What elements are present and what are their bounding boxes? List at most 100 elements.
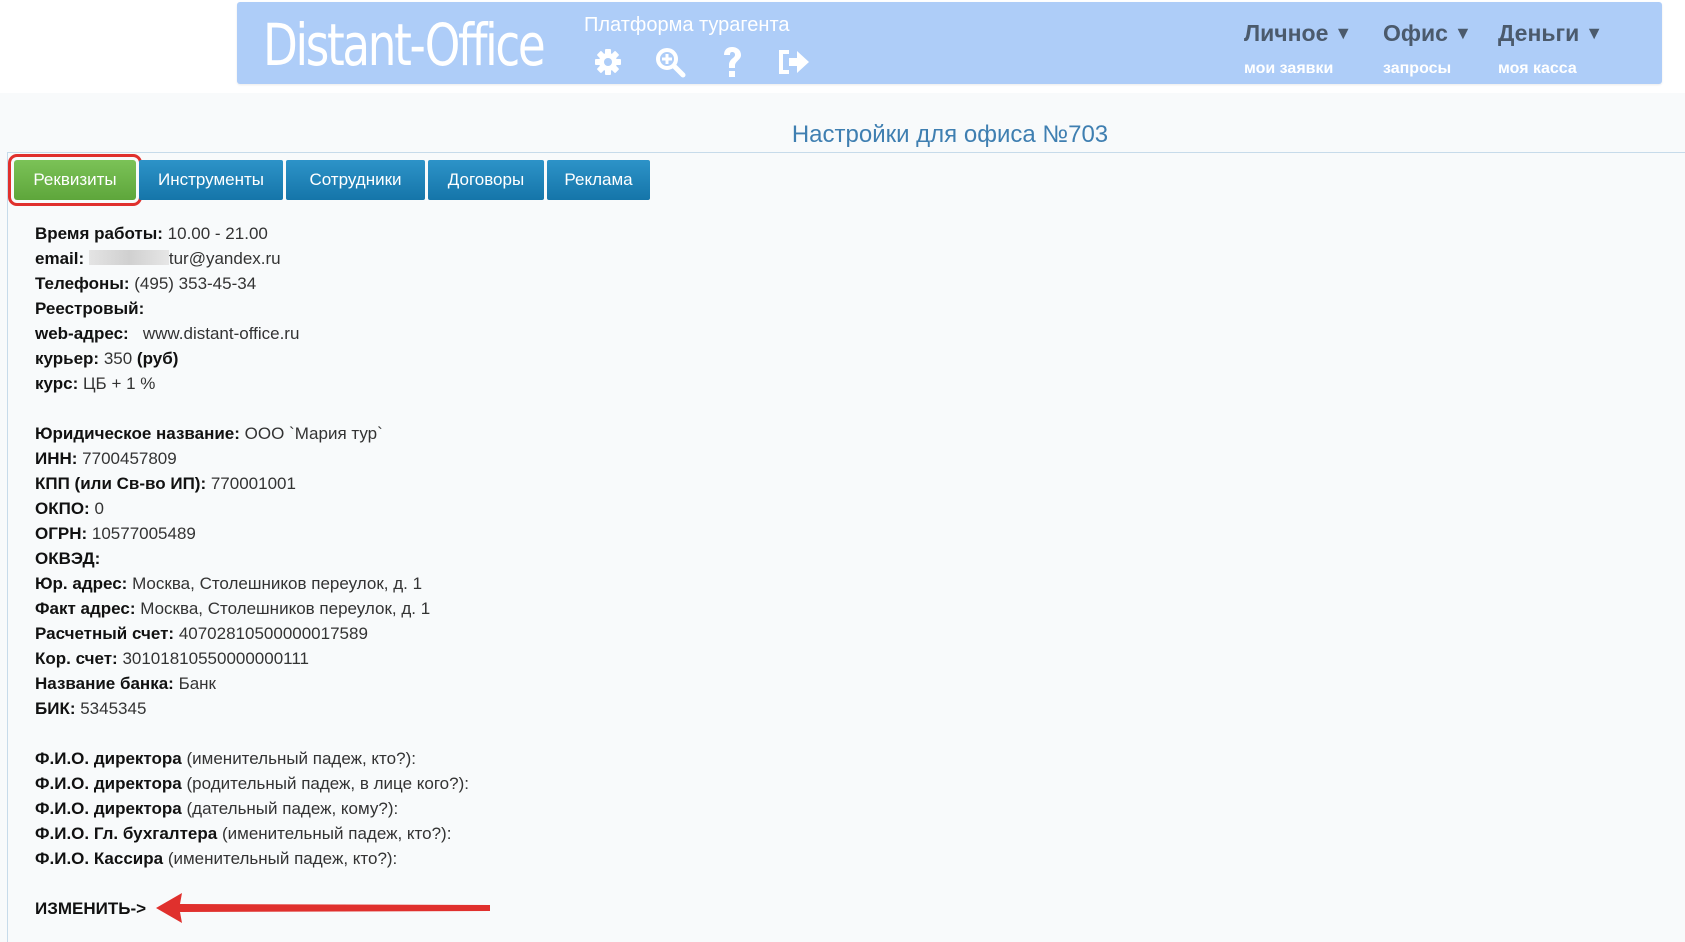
work-hours-row: Время работы: 10.00 - 21.00 [35, 221, 469, 246]
person-label: Ф.И.О. Гл. бухгалтера [35, 824, 218, 843]
panel-border [7, 152, 1685, 153]
actual-address-value: Москва, Столешников переулок, д. 1 [140, 599, 431, 618]
platform-label: Платформа турагента [584, 14, 790, 36]
kpp-label: КПП (или Св-во ИП): [35, 474, 207, 493]
tab-tools[interactable]: Инструменты [139, 160, 283, 200]
annotation-arrow-icon [156, 893, 490, 923]
header-icons [577, 44, 825, 80]
tab-bar: Реквизиты Инструменты Сотрудники Договор… [8, 154, 650, 206]
rate-value: ЦБ + 1 % [82, 374, 156, 393]
rate-label: курс: [35, 374, 79, 393]
web-label: web-адрес: [35, 324, 129, 343]
work-hours-value: 10.00 - 21.00 [167, 224, 268, 243]
ogrn-value: 10577005489 [91, 524, 196, 543]
legal-name-value: ООО `Мария тур` [244, 424, 383, 443]
menu-personal-sub[interactable]: мои заявки [1244, 60, 1352, 78]
inn-row: ИНН: 7700457809 [35, 446, 469, 471]
tab-contracts[interactable]: Договоры [428, 160, 544, 200]
inn-label: ИНН: [35, 449, 78, 468]
courier-unit: (руб) [136, 349, 179, 368]
web-value: www.distant-office.ru [142, 324, 300, 343]
legal-address-label: Юр. адрес: [35, 574, 128, 593]
okved-label: ОКВЭД: [35, 549, 101, 568]
tab-requisites[interactable]: Реквизиты [8, 154, 142, 206]
help-icon[interactable] [701, 44, 763, 80]
chief-accountant-row: Ф.И.О. Гл. бухгалтера (именительный паде… [35, 821, 469, 846]
bank-label: Название банка: [35, 674, 174, 693]
okpo-row: ОКПО: 0 [35, 496, 469, 521]
email-label: email: [35, 249, 85, 268]
person-hint: (дательный падеж, кому?): [186, 799, 399, 818]
person-hint: (родительный падеж, в лице кого?): [186, 774, 469, 793]
dropdown-arrow-icon: ▼ [1453, 23, 1472, 43]
menu-personal-label: Личное [1244, 20, 1329, 46]
legal-address-value: Москва, Столешников переулок, д. 1 [132, 574, 423, 593]
web-row: web-адрес: www.distant-office.ru [35, 321, 469, 346]
logout-icon[interactable] [763, 44, 825, 80]
legal-name-row: Юридическое название: ООО `Мария тур` [35, 421, 469, 446]
zoom-in-icon[interactable] [639, 44, 701, 80]
ogrn-row: ОГРН: 10577005489 [35, 521, 469, 546]
phones-value: (495) 353-45-34 [134, 274, 257, 293]
menu-money-sub[interactable]: моя касса [1498, 60, 1603, 78]
rate-row: курс: ЦБ + 1 % [35, 371, 469, 396]
registry-row: Реестровый: [35, 296, 469, 321]
corr-account-label: Кор. счет: [35, 649, 118, 668]
requisites-content: Время работы: 10.00 - 21.00 email: tur@y… [35, 221, 469, 921]
redacted-block [88, 250, 169, 265]
okved-row: ОКВЭД: [35, 546, 469, 571]
courier-label: курьер: [35, 349, 100, 368]
bank-row: Название банка: Банк [35, 671, 469, 696]
menu-office-sub[interactable]: запросы [1383, 60, 1472, 78]
director-genitive-row: Ф.И.О. директора (родительный падеж, в л… [35, 771, 469, 796]
tab-employees[interactable]: Сотрудники [286, 160, 425, 200]
director-dative-row: Ф.И.О. директора (дательный падеж, кому?… [35, 796, 469, 821]
email-value: tur@yandex.ru [168, 249, 281, 268]
person-label: Ф.И.О. директора [35, 774, 182, 793]
menu-money-label: Деньги [1498, 20, 1580, 46]
corr-account-row: Кор. счет: 30101810550000000111 [35, 646, 469, 671]
inn-value: 7700457809 [82, 449, 177, 468]
header: Distant-Office Платформа турагента Лично… [237, 2, 1662, 84]
courier-value: 350 [103, 349, 133, 368]
okpo-value: 0 [94, 499, 104, 518]
account-value: 40702810500000017589 [178, 624, 368, 643]
change-link[interactable]: ИЗМЕНИТЬ-> [35, 899, 146, 918]
tab-advertising[interactable]: Реклама [547, 160, 650, 200]
email-row: email: tur@yandex.ru [35, 246, 469, 271]
menu-office-label: Офис [1383, 20, 1448, 46]
panel-border-left [7, 152, 8, 942]
account-row: Расчетный счет: 40702810500000017589 [35, 621, 469, 646]
person-hint: (именительный падеж, кто?): [221, 824, 452, 843]
menu-personal[interactable]: Личное ▼ мои заявки [1244, 20, 1352, 78]
director-nominative-row: Ф.И.О. директора (именительный падеж, кт… [35, 746, 469, 771]
menu-money[interactable]: Деньги ▼ моя касса [1498, 20, 1603, 78]
registry-label: Реестровый: [35, 299, 145, 318]
actual-address-label: Факт адрес: [35, 599, 136, 618]
bank-value: Банк [178, 674, 216, 693]
top-bar: Distant-Office Платформа турагента Лично… [0, 0, 1685, 93]
person-label: Ф.И.О. Кассира [35, 849, 164, 868]
bik-row: БИК: 5345345 [35, 696, 469, 721]
actual-address-row: Факт адрес: Москва, Столешников переулок… [35, 596, 469, 621]
phones-row: Телефоны: (495) 353-45-34 [35, 271, 469, 296]
person-hint: (именительный падеж, кто?): [186, 749, 416, 768]
person-hint: (именительный падеж, кто?): [167, 849, 398, 868]
page-title: Настройки для офиса №703 [791, 121, 1109, 148]
cashier-row: Ф.И.О. Кассира (именительный падеж, кто?… [35, 846, 469, 871]
person-label: Ф.И.О. директора [35, 799, 182, 818]
dropdown-arrow-icon: ▼ [1334, 23, 1353, 43]
okpo-label: ОКПО: [35, 499, 90, 518]
account-label: Расчетный счет: [35, 624, 175, 643]
corr-account-value: 30101810550000000111 [122, 649, 310, 668]
courier-row: курьер: 350 (руб) [35, 346, 469, 371]
person-label: Ф.И.О. директора [35, 749, 182, 768]
work-hours-label: Время работы: [35, 224, 163, 243]
bik-value: 5345345 [80, 699, 147, 718]
logo[interactable]: Distant-Office [263, 16, 546, 74]
gear-icon[interactable] [577, 44, 639, 80]
menu-office[interactable]: Офис ▼ запросы [1383, 20, 1472, 78]
legal-name-label: Юридическое название: [35, 424, 240, 443]
ogrn-label: ОГРН: [35, 524, 88, 543]
